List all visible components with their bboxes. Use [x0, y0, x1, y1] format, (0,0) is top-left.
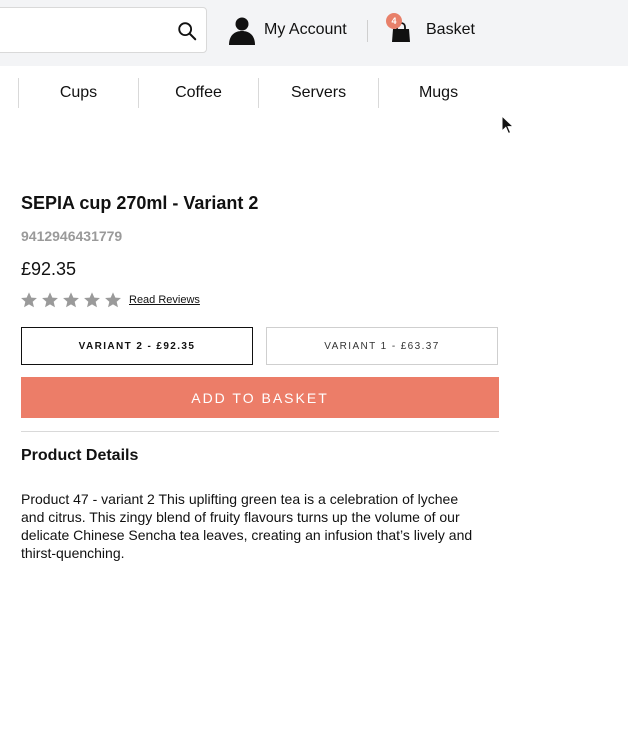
star-icon	[63, 292, 79, 308]
star-icon	[42, 292, 58, 308]
basket-label: Basket	[426, 21, 475, 38]
star-icon	[21, 292, 37, 308]
search-box	[0, 7, 207, 53]
category-nav: Cups Coffee Servers Mugs	[0, 78, 628, 108]
star-icon	[105, 292, 121, 308]
nav-item-mugs[interactable]: Mugs	[378, 78, 498, 108]
user-icon	[229, 17, 255, 45]
product-description: Product 47 - variant 2 This uplifting gr…	[21, 491, 473, 561]
header-divider	[367, 20, 368, 42]
section-divider	[21, 431, 499, 432]
variant-1-button[interactable]: VARIANT 1 - £63.37	[266, 327, 498, 365]
mouse-cursor-icon	[501, 115, 515, 135]
basket-count-badge: 4	[386, 13, 402, 29]
header-bar: My Account 4 Basket	[0, 0, 628, 66]
rating-stars	[20, 291, 122, 309]
basket-icon-wrap: 4	[386, 13, 416, 47]
nav-item-cups[interactable]: Cups	[18, 78, 138, 108]
product-details-heading: Product Details	[21, 447, 139, 464]
nav-item-coffee[interactable]: Coffee	[138, 78, 258, 108]
add-to-basket-button[interactable]: ADD TO BASKET	[21, 377, 499, 418]
search-icon[interactable]	[176, 20, 198, 42]
read-reviews-link[interactable]: Read Reviews	[129, 294, 200, 306]
product-sku: 9412946431779	[21, 228, 123, 244]
variant-2-button[interactable]: VARIANT 2 - £92.35	[21, 327, 253, 365]
product-title: SEPIA cup 270ml - Variant 2	[21, 193, 259, 213]
my-account-link[interactable]: My Account	[227, 14, 347, 46]
nav-item-servers[interactable]: Servers	[258, 78, 378, 108]
search-input[interactable]	[5, 16, 165, 44]
product-price: £92.35	[21, 259, 77, 279]
star-icon	[84, 292, 100, 308]
basket-link[interactable]: 4 Basket	[386, 12, 475, 48]
my-account-label: My Account	[264, 21, 347, 38]
